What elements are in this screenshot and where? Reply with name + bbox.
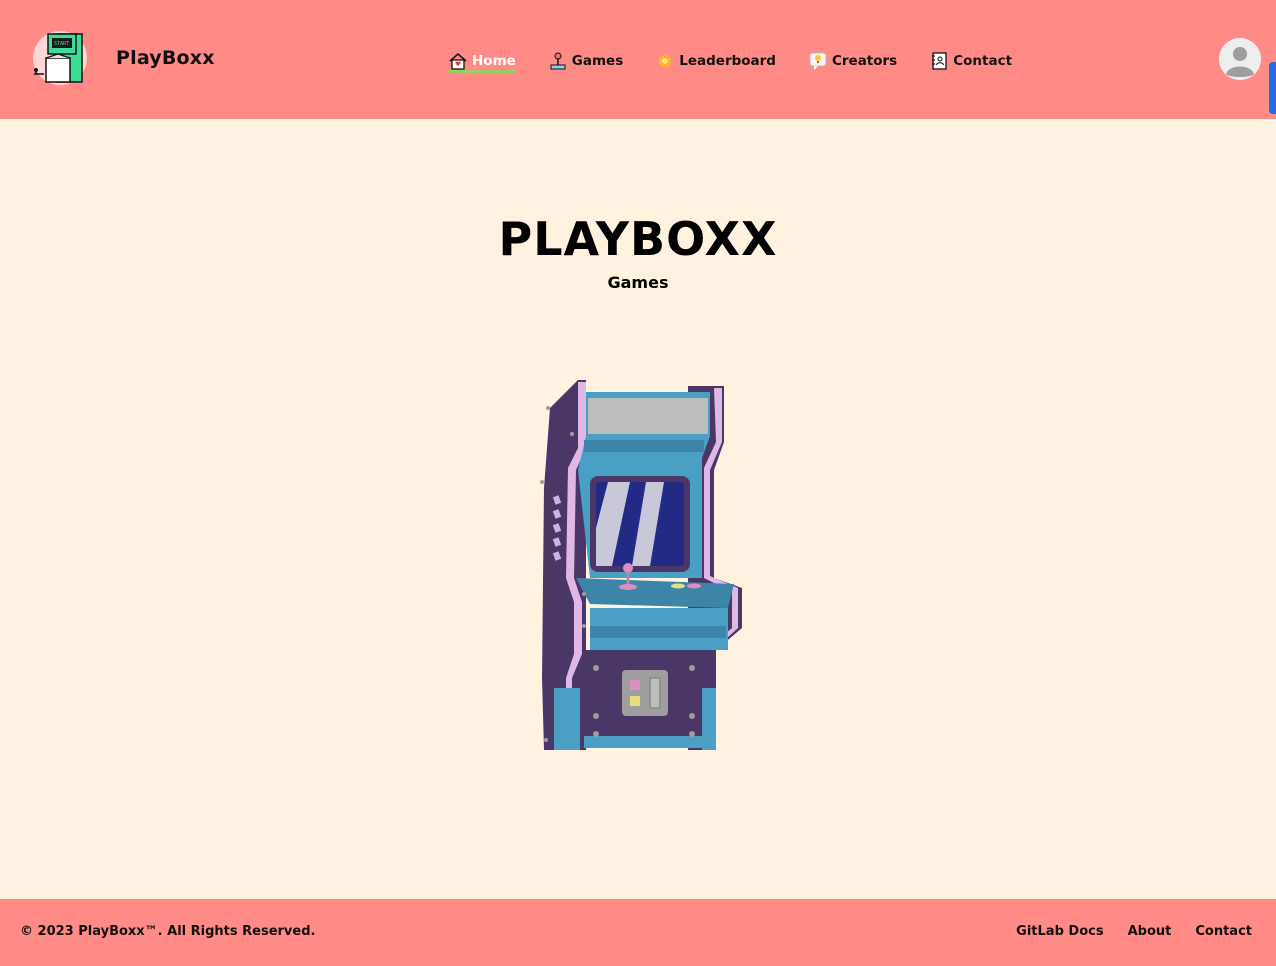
nav-creators[interactable]: Creators [808, 48, 897, 74]
joystick-icon [548, 51, 568, 71]
footer-link-about[interactable]: About [1128, 924, 1172, 939]
arcade-cabinet-illustration [538, 378, 746, 754]
arcade-logo-icon[interactable]: START [28, 28, 88, 88]
footer-link-contact[interactable]: Contact [1195, 924, 1252, 939]
svg-text:START: START [54, 41, 69, 47]
footer-link-gitlab-docs[interactable]: GitLab Docs [1016, 924, 1103, 939]
nav-games[interactable]: Games [548, 48, 623, 74]
nav-contact-label: Contact [953, 53, 1013, 69]
copyright-text: © 2023 PlayBoxx™. All Rights Reserved. [20, 924, 316, 939]
nav-home[interactable]: Home [448, 48, 516, 74]
hero-subtitle: Games [607, 273, 669, 292]
site-footer: © 2023 PlayBoxx™. All Rights Reserved. G… [0, 899, 1276, 966]
main-nav: Home Games Leaderboard Creators Contact [448, 48, 1012, 74]
brand-name[interactable]: PlayBoxx [116, 47, 215, 69]
side-scroll-handle[interactable] [1269, 62, 1276, 114]
nav-games-label: Games [571, 53, 624, 69]
nav-leaderboard[interactable]: Leaderboard [655, 48, 776, 74]
footer-links: GitLab Docs About Contact [1016, 924, 1252, 939]
sparkle-badge-icon [655, 51, 675, 71]
house-heart-icon [448, 51, 468, 71]
nav-contact[interactable]: Contact [929, 48, 1012, 74]
hero-title: PLAYBOXX [498, 212, 778, 266]
user-avatar-icon[interactable] [1219, 38, 1261, 80]
nav-home-label: Home [472, 53, 516, 69]
nav-leaderboard-label: Leaderboard [679, 53, 776, 69]
nav-creators-label: Creators [831, 53, 898, 69]
site-header: START PlayBoxx Home Games Leaderboard Cr… [0, 0, 1276, 119]
lightbulb-bubble-icon [808, 51, 828, 71]
contact-book-icon [929, 51, 949, 71]
